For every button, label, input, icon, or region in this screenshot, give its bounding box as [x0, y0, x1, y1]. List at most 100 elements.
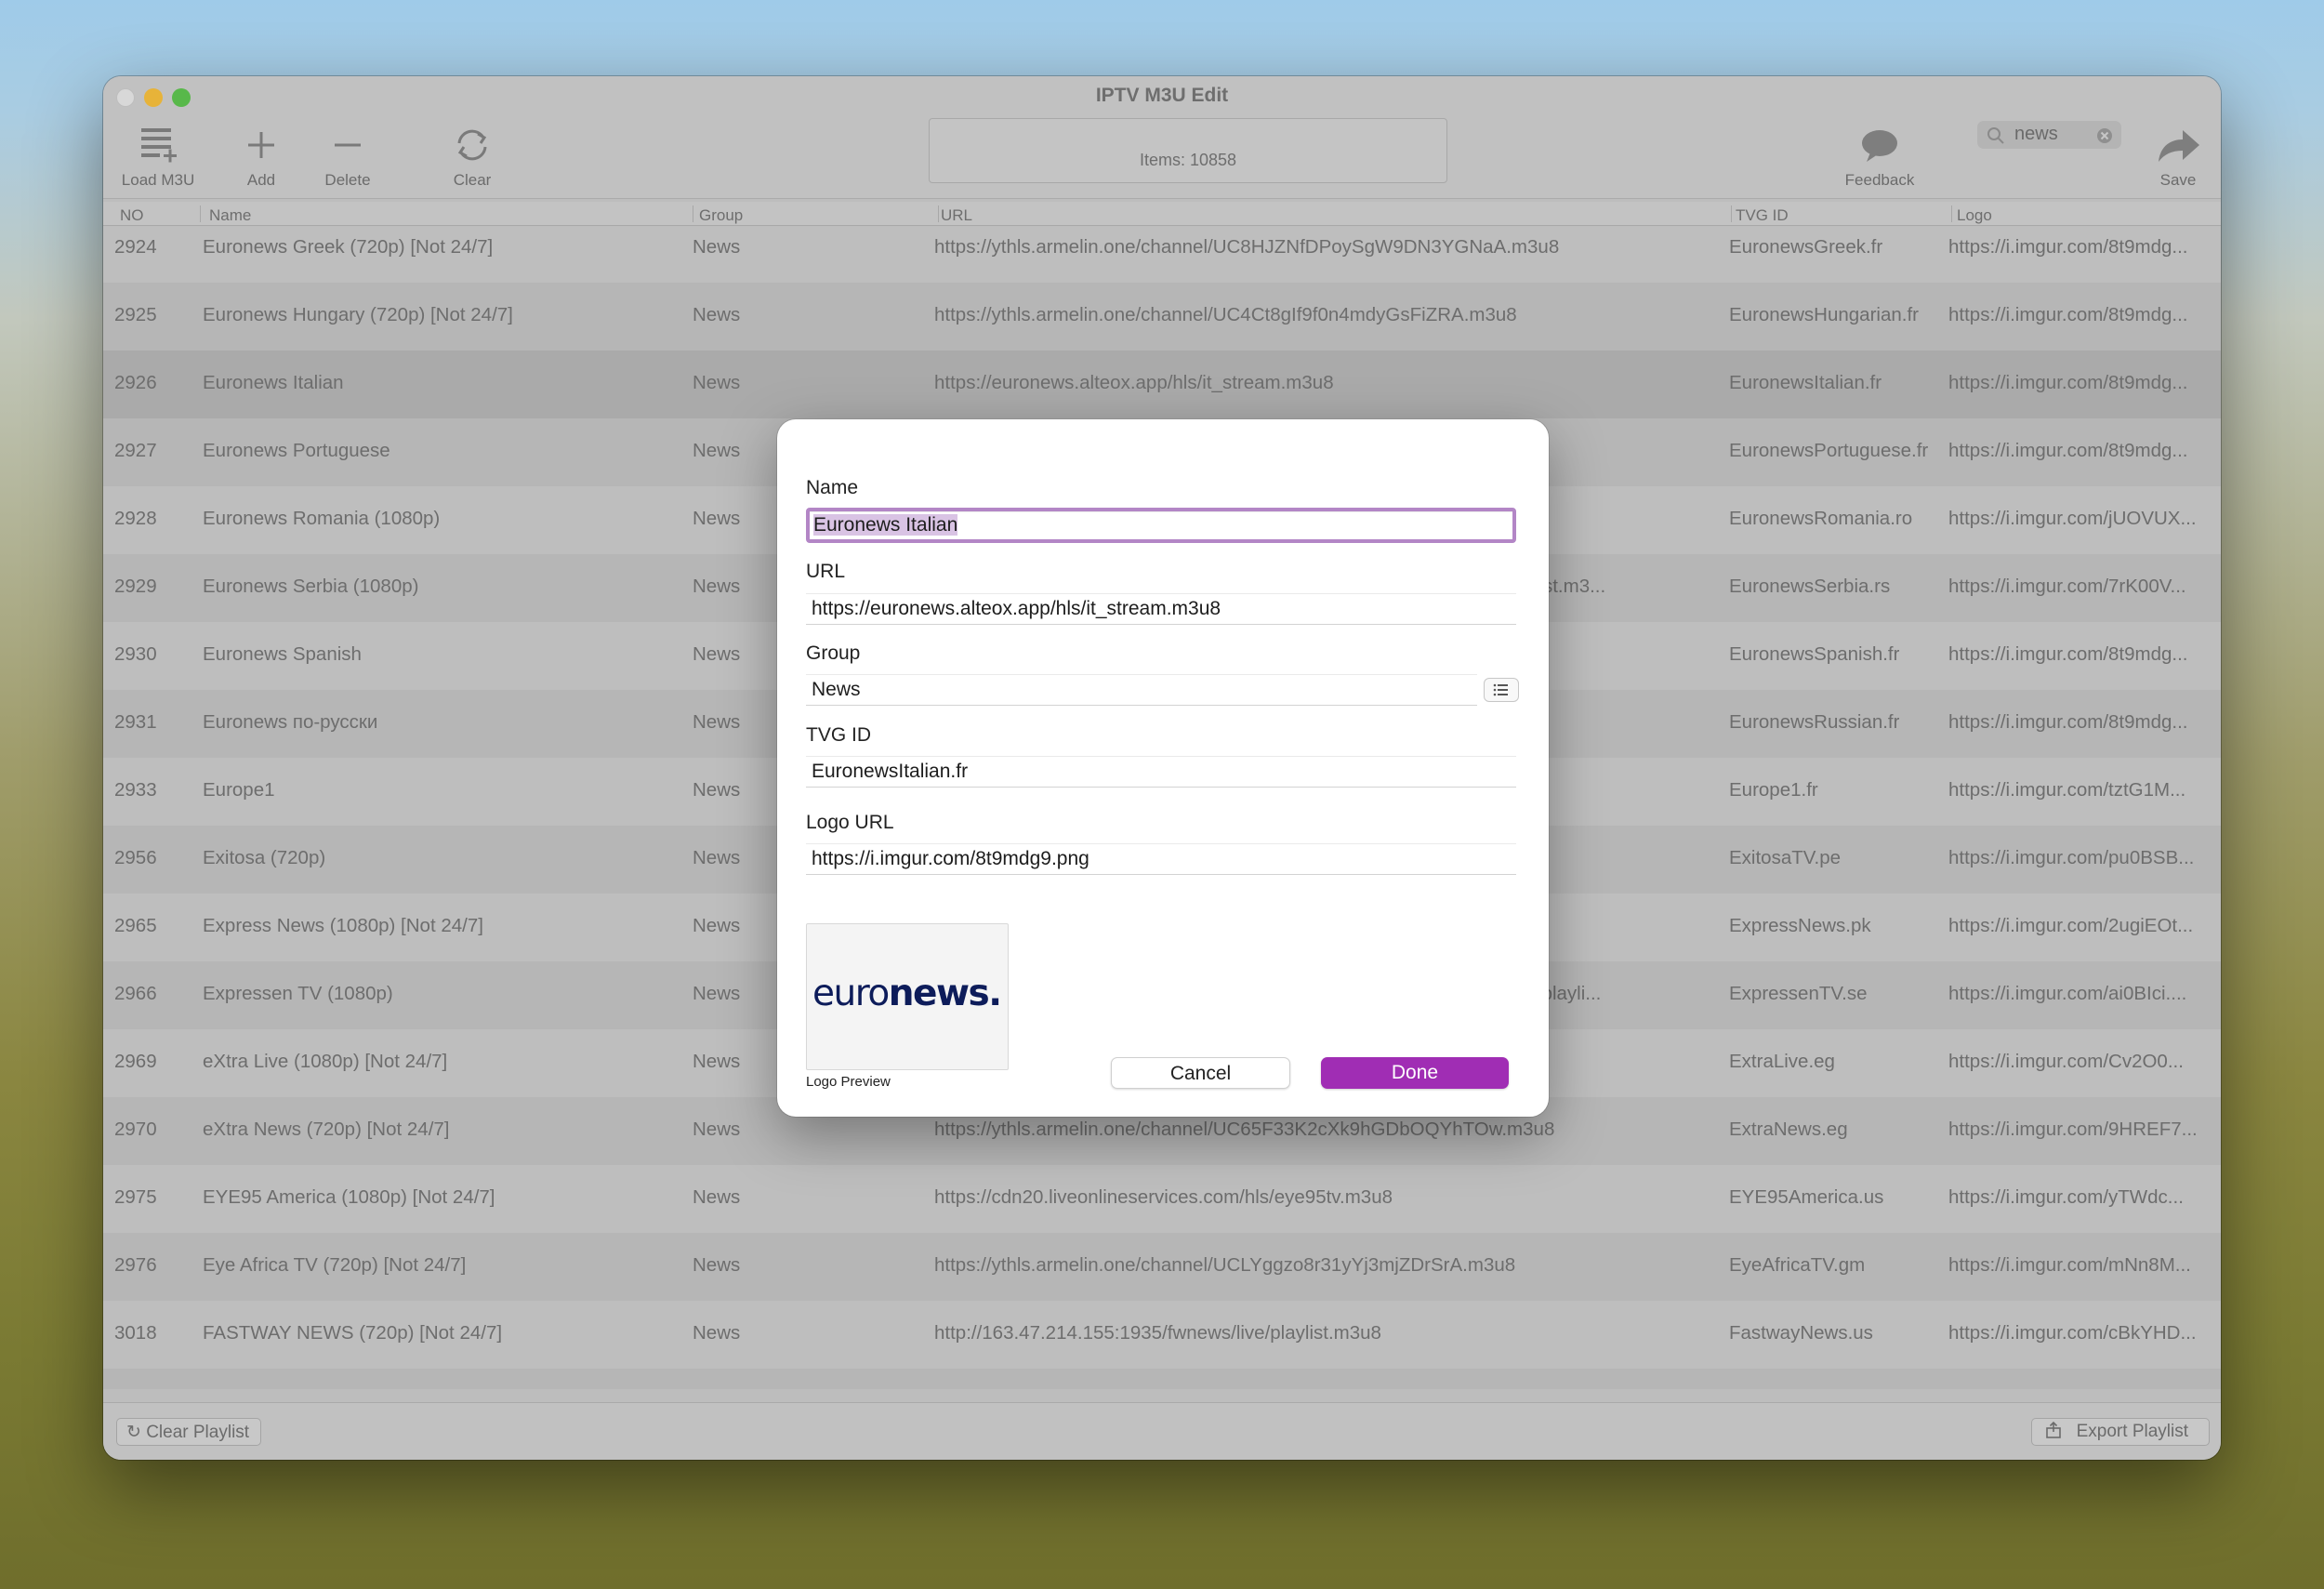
table-row[interactable]: 3068First Channel News (1080p)Newshttps:…	[103, 1369, 2221, 1389]
table-row[interactable]: 2976 Eye Africa TV (720p) [Not 24/7] News h…	[103, 1233, 2221, 1301]
cell-tvg-id: FastwayNews.us	[1729, 1322, 1873, 1344]
table-row[interactable]: 2924 Euronews Greek (720p) [Not 24/7] News…	[103, 227, 2221, 283]
cell-logo: https://i.imgur.com/mNn8M...	[1948, 1254, 2191, 1276]
items-status-box: Items: 10858	[929, 118, 1447, 183]
cell-no: 2970	[114, 1119, 157, 1140]
cell-url: https://ythls.armelin.one/channel/UCLYgg…	[934, 1254, 1516, 1276]
column-header-group[interactable]: Group	[699, 206, 743, 225]
share-arrow-icon	[2159, 130, 2199, 162]
clear-label: Clear	[453, 171, 492, 189]
column-separator	[938, 205, 939, 222]
table-row[interactable]: 2925 Euronews Hungary (720p) [Not 24/7] Ne…	[103, 283, 2221, 351]
cell-logo: https://i.imgur.com/Cv2O0...	[1948, 1051, 2184, 1072]
name-input-value[interactable]: Euronews Italian	[813, 514, 958, 536]
cell-url: http://163.47.214.155:1935/fwnews/live/p…	[934, 1322, 1381, 1344]
delete-button[interactable]: Delete	[317, 123, 378, 190]
tvg-id-label: TVG ID	[806, 724, 872, 746]
feedback-button[interactable]: Feedback	[1838, 123, 1921, 190]
url-label: URL	[806, 561, 846, 582]
table-row[interactable]: 2926 Euronews Italian News https://euronews…	[103, 351, 2221, 418]
cell-name: Expressen TV (1080p)	[203, 983, 393, 1004]
add-label: Add	[246, 171, 276, 189]
cell-name: Euronews по-русски	[203, 711, 378, 733]
cell-group: News	[693, 236, 741, 258]
name-field[interactable]: Euronews Italian	[806, 508, 1516, 543]
cell-logo: https://i.imgur.com/pu0BSB...	[1948, 847, 2195, 868]
cell-no: 2966	[114, 983, 157, 1004]
cell-group: News	[693, 847, 741, 868]
clear-button[interactable]: Clear	[443, 123, 501, 190]
export-playlist-label: Export Playlist	[2076, 1422, 2188, 1441]
save-label: Save	[2159, 171, 2197, 189]
group-picker-button[interactable]	[1484, 678, 1519, 702]
table-row[interactable]: 3018 FASTWAY NEWS (720p) [Not 24/7] News ht…	[103, 1301, 2221, 1369]
cell-no: 2928	[114, 508, 157, 529]
save-button[interactable]: Save	[2152, 123, 2204, 190]
cell-group: News	[693, 576, 741, 597]
cell-tvg-id: EuronewsSpanish.fr	[1729, 643, 1900, 665]
logo-preview-caption: Logo Preview	[806, 1074, 891, 1090]
load-m3u-button[interactable]: Load M3U	[116, 123, 200, 190]
cell-group: News	[693, 1186, 741, 1208]
cell-tvg-id: ExpressNews.pk	[1729, 915, 1871, 936]
cell-group: News	[693, 983, 741, 1004]
column-header-no[interactable]: NO	[120, 206, 144, 225]
name-label: Name	[806, 477, 859, 498]
column-header-url[interactable]: URL	[941, 206, 972, 225]
cell-logo: https://i.imgur.com/8t9mdg...	[1948, 711, 2188, 733]
cell-tvg-id: Europe1.fr	[1729, 779, 1818, 801]
column-header-name[interactable]: Name	[209, 206, 251, 225]
cell-group: News	[693, 915, 741, 936]
group-label: Group	[806, 642, 861, 664]
group-field[interactable]: News	[806, 674, 1477, 706]
plus-icon	[248, 132, 274, 158]
cell-name: Europe1	[203, 779, 275, 801]
export-playlist-button[interactable]: Export Playlist	[2031, 1418, 2210, 1446]
cell-tvg-id: EuronewsItalian.fr	[1729, 372, 1882, 393]
cell-name: Exitosa (720p)	[203, 847, 326, 868]
add-button[interactable]: Add	[236, 123, 286, 190]
column-header-tvg-id[interactable]: TVG ID	[1736, 206, 1789, 225]
clear-search-icon[interactable]	[2095, 126, 2114, 145]
cell-name: Euronews Portuguese	[203, 440, 390, 461]
column-separator	[1731, 205, 1732, 222]
cell-logo: https://i.imgur.com/ai0BIci....	[1948, 983, 2187, 1004]
search-icon	[1987, 127, 2004, 144]
feedback-label: Feedback	[1844, 171, 1915, 189]
cell-no: 2929	[114, 576, 157, 597]
cell-no: 2969	[114, 1051, 157, 1072]
cell-tvg-id: EuronewsRussian.fr	[1729, 711, 1900, 733]
window-title: IPTV M3U Edit	[1095, 85, 1229, 106]
cell-logo: https://i.imgur.com/cBkYHD...	[1948, 1322, 2197, 1344]
cell-logo: https://i.imgur.com/8t9mdg...	[1948, 643, 2188, 665]
cell-logo: https://i.imgur.com/yTWdc...	[1948, 1186, 2184, 1208]
cell-logo: https://i.imgur.com/8t9mdg...	[1948, 372, 2188, 393]
cell-group: News	[693, 1051, 741, 1072]
toolbar: IPTV M3U Edit Load M3U Add Delete Clear …	[103, 76, 2221, 199]
tvg-id-field[interactable]: EuronewsItalian.fr	[806, 756, 1516, 788]
cell-no: 2976	[114, 1254, 157, 1276]
cell-no: 2930	[114, 643, 157, 665]
search-input[interactable]: news	[2014, 124, 2058, 145]
cancel-button[interactable]: Cancel	[1111, 1057, 1290, 1089]
items-count: Items: 10858	[1139, 151, 1237, 169]
cell-tvg-id: EyeAfricaTV.gm	[1729, 1254, 1866, 1276]
search-field[interactable]: news	[1977, 121, 2121, 149]
bottom-bar: ↻ Clear Playlist Export Playlist	[103, 1402, 2221, 1460]
cell-no: 2975	[114, 1186, 157, 1208]
url-field[interactable]: https://euronews.alteox.app/hls/it_strea…	[806, 593, 1516, 625]
cell-no: 2933	[114, 779, 157, 801]
export-icon	[2046, 1421, 2062, 1438]
cell-group: News	[693, 1119, 741, 1140]
logo-url-field[interactable]: https://i.imgur.com/8t9mdg9.png	[806, 843, 1516, 875]
cell-no: 3018	[114, 1322, 157, 1344]
clear-playlist-button[interactable]: ↻ Clear Playlist	[116, 1418, 262, 1446]
table-row[interactable]: 2975 EYE95 America (1080p) [Not 24/7] News…	[103, 1165, 2221, 1233]
cell-url: https://euronews.alteox.app/hls/it_strea…	[934, 372, 1334, 393]
cell-tvg-id: EuronewsSerbia.rs	[1729, 576, 1891, 597]
cell-name: eXtra News (720p) [Not 24/7]	[203, 1119, 450, 1140]
done-button[interactable]: Done	[1321, 1057, 1509, 1089]
cell-url: https://ythls.armelin.one/channel/UC65F3…	[934, 1119, 1555, 1140]
column-header-logo[interactable]: Logo	[1957, 206, 1992, 225]
cell-name: Euronews Spanish	[203, 643, 362, 665]
